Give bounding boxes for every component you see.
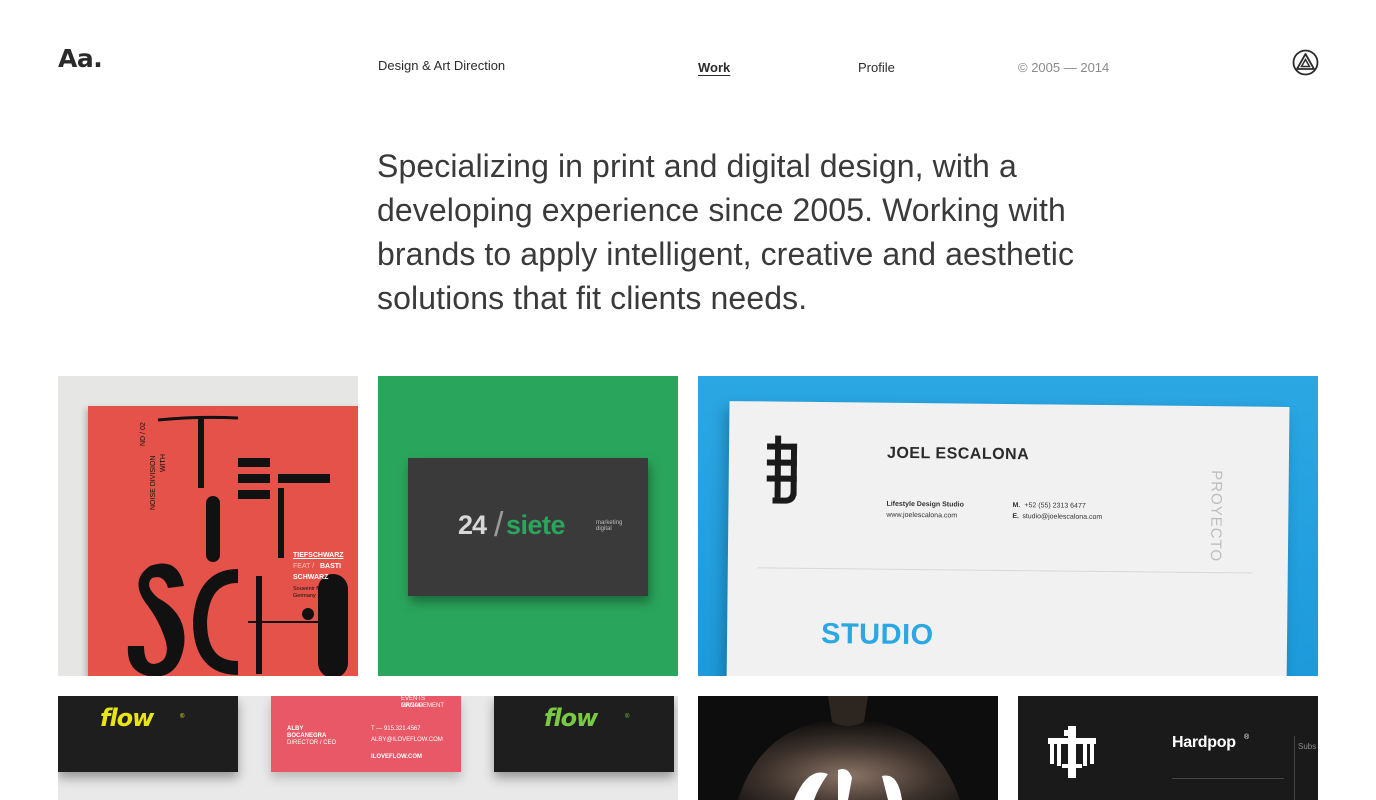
hardpop-column-rule [1294,736,1295,800]
project-tile-tiefschwarz[interactable]: ND / 02 NOISE DIVISION WITH TIEFSCHWARZ … [58,376,358,676]
letterhead-studio-line: Lifestyle Design Studio [886,500,964,509]
flow-phone: T — 915.321.4567 [371,726,421,732]
flow-reg-green: ® [625,714,630,720]
project-tile-hardpop[interactable]: Hardpop ® Subs [1018,696,1318,800]
flow-card-pink: EVENTS MANAGEMENT GROUP ALBY BOCANEGRA D… [271,696,461,772]
flow-role: DIRECTOR / CEO [287,740,337,746]
siete-word: siete [506,510,566,540]
siete-descriptor-2: digital [596,526,612,532]
business-card: 24 / siete marketing digital [408,458,648,596]
letterhead-phone: +52 (55) 2313 6477 [1024,502,1086,510]
poster-artist-2b: SCHWARZ [293,574,329,581]
flow-person-last: BOCANEGRA [287,733,327,739]
siete-descriptor: marketing digital [596,520,622,532]
flow-logo-yellow: flow [100,704,154,732]
copyright-text: © 2005 — 2014 [1018,60,1110,75]
poster-with: WITH [160,454,167,472]
flow-card-green: flow ® [494,696,674,772]
poster-letterforms [127,415,348,676]
letterhead-studio-word: STUDIO [820,618,934,652]
site-tagline: Design & Art Direction [378,58,506,73]
letterhead-sheet: JOEL ESCALONA Lifestyle Design Studio ww… [726,401,1290,676]
flow-reg-yellow: ® [180,714,185,720]
nav-profile-link[interactable]: Profile [858,60,895,75]
intro-statement: Specializing in print and digital design… [377,148,1075,316]
je-monogram-icon [766,435,798,504]
flow-group: GROUP [401,703,424,709]
poster-series: NOISE DIVISION [150,455,157,510]
letterhead-web: www.joelescalona.com [886,511,958,520]
flow-card-yellow: flow ® [58,696,238,772]
letterhead-email: studio@joelescalona.com [1022,513,1103,521]
eagle-emblem-icon [1048,726,1096,778]
poster-artist-2a: BASTI [320,563,341,570]
poster-artist-1: TIEFSCHWARZ [293,552,344,559]
portrait-photo [698,696,998,800]
letterhead-vertical-label: PROYECTO [1206,470,1225,563]
project-tile-portrait[interactable] [698,696,998,800]
hardpop-reg: ® [1244,734,1250,741]
poster-image: ND / 02 NOISE DIVISION WITH TIEFSCHWARZ … [88,406,358,676]
poster-issue: ND / 02 [140,422,147,446]
letterhead-name: JOEL ESCALONA [886,444,1030,464]
nav-work-link[interactable]: Work [698,60,730,75]
poster-feat: FEAT / [293,563,315,570]
letterhead-email-label: E. [1012,513,1020,521]
siete-slash: / [494,506,504,544]
flow-logo-green: flow [544,704,598,732]
project-tile-24siete[interactable]: 24 / siete marketing digital [378,376,678,676]
poster-country: Germany [293,593,316,599]
triangle-in-circle-icon[interactable] [1292,49,1319,76]
letterhead-divider [757,567,1252,574]
project-tile-joel-escalona[interactable]: JOEL ESCALONA Lifestyle Design Studio ww… [698,376,1318,676]
flow-email: ALBY@ILOVEFLOW.COM [371,737,443,743]
hardpop-subtitle: Subs [1298,742,1317,751]
siete-number: 24 [458,510,487,540]
hardpop-logo: Hardpop [1172,734,1236,751]
hardpop-divider [1172,778,1284,779]
site-logo[interactable]: Aa. [58,44,103,73]
project-tile-flow[interactable]: flow ® EVENTS MANAGEMENT GROUP ALBY BOCA… [58,696,678,800]
poster-label: Souvenir Music [293,586,331,592]
flow-site: ILOVEFLOW.COM [371,754,422,760]
flow-person-first: ALBY [287,726,304,732]
letterhead-phone-label: M. [1012,502,1021,510]
